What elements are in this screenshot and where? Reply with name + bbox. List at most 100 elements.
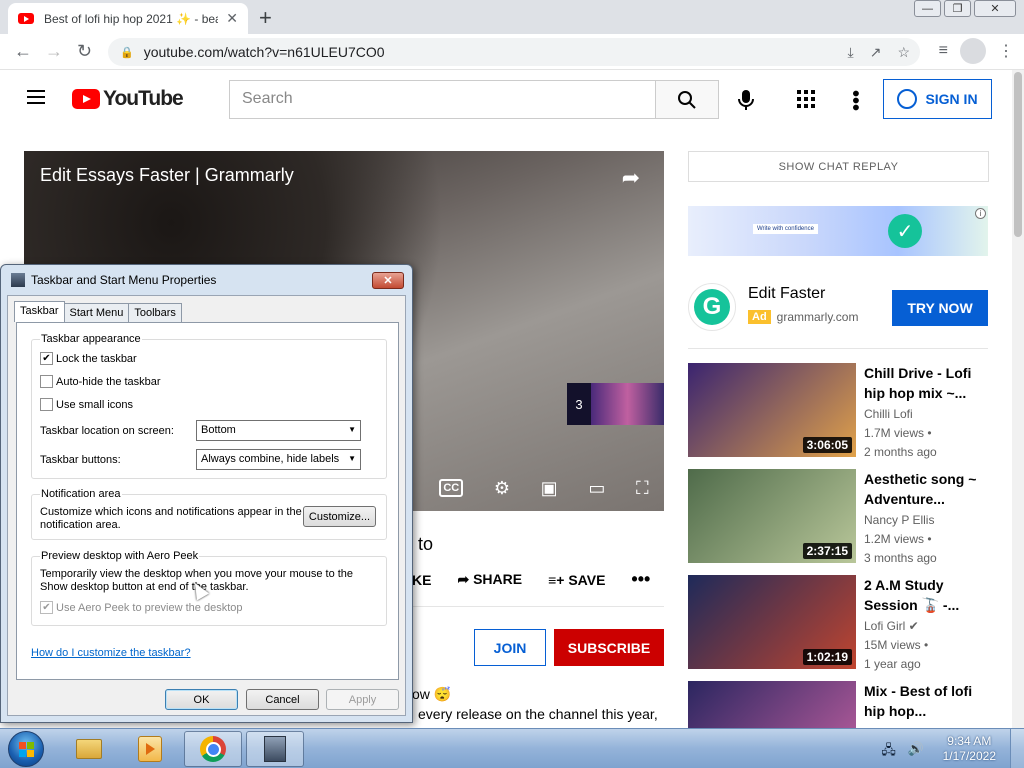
- recommended-title[interactable]: Chill Drive - Lofi hip hop mix ~...: [864, 363, 982, 403]
- channel-name[interactable]: Chilli Lofi: [864, 407, 913, 421]
- save-button[interactable]: ≡+ SAVE: [548, 572, 605, 588]
- lock-taskbar-checkbox[interactable]: ✔ Lock the taskbar: [40, 352, 137, 365]
- customize-button[interactable]: Customize...: [303, 506, 376, 527]
- media-queue-icon[interactable]: ≡: [939, 42, 948, 60]
- like-button[interactable]: KE: [412, 572, 431, 588]
- recommended-title[interactable]: Aesthetic song ~ Adventure...: [864, 469, 982, 509]
- bookmark-star-icon[interactable]: ☆: [897, 44, 910, 61]
- chrome-icon: [200, 736, 226, 762]
- video-duration: 2:37:15: [802, 543, 852, 559]
- taskbar-properties-icon: [264, 736, 286, 762]
- video-actions: KE ➦ SHARE ≡+ SAVE •••: [412, 569, 650, 590]
- install-app-icon[interactable]: ⤓: [848, 44, 854, 61]
- try-now-button[interactable]: TRY NOW: [892, 290, 988, 326]
- aero-peek-checkbox[interactable]: ✔ Use Aero Peek to preview the desktop: [40, 601, 243, 614]
- location-dropdown[interactable]: Bottom: [196, 420, 361, 441]
- tab-toolbars[interactable]: Toolbars: [128, 303, 182, 324]
- back-arrow-icon[interactable]: ←: [14, 41, 32, 62]
- taskbar-chrome[interactable]: [184, 731, 242, 767]
- clock-time: 9:34 AM: [947, 734, 992, 748]
- video-thumbnail[interactable]: 2:37:15: [688, 469, 856, 563]
- recommended-video[interactable]: 2:37:15 Aesthetic song ~ Adventure... Nanc…: [688, 469, 988, 565]
- ad-title[interactable]: Edit Faster: [748, 285, 825, 303]
- browser-menu-icon[interactable]: ⋮: [998, 41, 1014, 61]
- recommended-title[interactable]: Mix - Best of lofi hip hop...: [864, 681, 982, 721]
- recommended-title[interactable]: 2 A.M Study Session 🚡 -...: [864, 575, 982, 615]
- checkbox-label: Auto-hide the taskbar: [56, 375, 161, 388]
- theater-mode-icon[interactable]: ▭: [588, 478, 605, 499]
- auto-hide-checkbox[interactable]: Auto-hide the taskbar: [40, 375, 161, 388]
- buttons-dropdown[interactable]: Always combine, hide labels: [196, 449, 361, 470]
- settings-gear-icon[interactable]: ⚙: [494, 478, 510, 499]
- network-icon[interactable]: 🖧: [881, 741, 896, 763]
- small-icons-checkbox[interactable]: Use small icons: [40, 398, 133, 411]
- apps-grid-icon[interactable]: [797, 90, 815, 108]
- dialog-title-bar[interactable]: Taskbar and Start Menu Properties: [1, 265, 412, 295]
- windows-taskbar: 🖧 🔊 9:34 AM 1/17/2022: [0, 728, 1024, 768]
- restore-button[interactable]: ❐: [944, 0, 971, 17]
- tab-start-menu[interactable]: Start Menu: [63, 303, 130, 324]
- address-bar[interactable]: 🔒 youtube.com/watch?v=n61ULEU7CO0 ⤓ ↗ ☆: [108, 38, 920, 66]
- player-share-icon[interactable]: ➦: [622, 165, 640, 191]
- start-button[interactable]: [8, 731, 44, 767]
- ad-info-icon[interactable]: i: [975, 208, 986, 219]
- taskbar-properties-window[interactable]: [246, 731, 304, 767]
- ad-video-title[interactable]: Edit Essays Faster | Grammarly: [40, 165, 294, 186]
- taskbar-media-player[interactable]: [121, 731, 179, 767]
- more-actions-icon[interactable]: •••: [631, 569, 650, 590]
- show-desktop-button[interactable]: [1010, 729, 1024, 768]
- account-icon: [897, 89, 918, 109]
- taskbar-explorer[interactable]: [60, 731, 118, 767]
- profile-avatar-icon[interactable]: [960, 38, 986, 64]
- browser-toolbar: ← → ↻ 🔒 youtube.com/watch?v=n61ULEU7CO0 …: [0, 34, 1024, 70]
- checkmark-icon: ✓: [888, 214, 922, 248]
- reload-icon[interactable]: ↻: [77, 41, 92, 62]
- hamburger-menu-icon[interactable]: [27, 90, 45, 104]
- forward-arrow-icon[interactable]: →: [45, 41, 63, 62]
- join-button[interactable]: JOIN: [474, 629, 546, 666]
- settings-more-icon[interactable]: •••: [844, 90, 866, 111]
- share-page-icon[interactable]: ↗: [870, 44, 882, 61]
- browser-tab[interactable]: Best of lofi hip hop 2021 ✨ - bea ✕: [8, 3, 248, 34]
- channel-name[interactable]: Nancy P Ellis: [864, 513, 934, 527]
- location-label: Taskbar location on screen:: [40, 425, 174, 437]
- tab-taskbar[interactable]: Taskbar: [14, 301, 65, 322]
- dialog-close-button[interactable]: ✕: [372, 272, 404, 289]
- grammarly-logo[interactable]: G: [688, 283, 736, 331]
- ok-button[interactable]: OK: [165, 689, 238, 710]
- lock-icon: 🔒: [120, 46, 134, 59]
- description-line: every release on the channel this year,: [418, 706, 658, 722]
- recommended-video[interactable]: 3:06:05 Chill Drive - Lofi hip hop mix ~.…: [688, 363, 988, 459]
- share-button[interactable]: ➦ SHARE: [457, 571, 522, 588]
- search-icon: [678, 90, 696, 109]
- cancel-button[interactable]: Cancel: [246, 689, 319, 710]
- video-thumbnail[interactable]: 3:06:05: [688, 363, 856, 457]
- microphone-icon[interactable]: [736, 88, 756, 112]
- tab-close-icon[interactable]: ✕: [226, 10, 238, 27]
- sign-in-button[interactable]: SIGN IN: [883, 79, 992, 119]
- miniplayer-icon[interactable]: ▣: [541, 478, 558, 499]
- subscribe-button[interactable]: SUBSCRIBE: [554, 629, 664, 666]
- fullscreen-icon[interactable]: ⛶: [636, 478, 649, 499]
- clock[interactable]: 9:34 AM 1/17/2022: [943, 734, 996, 764]
- video-thumbnail[interactable]: 1:02:19: [688, 575, 856, 669]
- search-button[interactable]: [655, 80, 719, 119]
- playlist-add-icon: ≡+: [548, 571, 569, 588]
- search-input[interactable]: Search: [229, 80, 656, 119]
- apply-button[interactable]: Apply: [326, 689, 399, 710]
- show-chat-replay-button[interactable]: SHOW CHAT REPLAY: [688, 151, 989, 182]
- captions-icon[interactable]: CC: [439, 479, 464, 497]
- playlist-endcard[interactable]: 3: [567, 383, 664, 425]
- video-duration: 1:02:19: [802, 649, 852, 665]
- volume-icon[interactable]: 🔊: [908, 741, 924, 763]
- minimize-button[interactable]: —: [914, 0, 941, 17]
- page-scrollbar[interactable]: [1012, 70, 1024, 728]
- ad-banner-image[interactable]: Write with confidence ✓ i: [688, 206, 988, 256]
- help-link[interactable]: How do I customize the taskbar?: [31, 647, 191, 659]
- new-tab-button[interactable]: +: [259, 5, 272, 31]
- close-window-button[interactable]: ✕: [974, 0, 1016, 17]
- channel-name[interactable]: Lofi Girl ✔: [864, 619, 919, 633]
- recommended-video[interactable]: 1:02:19 2 A.M Study Session 🚡 -... Lofi Gi…: [688, 575, 988, 671]
- scrollbar-thumb[interactable]: [1014, 72, 1022, 237]
- youtube-logo[interactable]: YouTube: [72, 87, 184, 111]
